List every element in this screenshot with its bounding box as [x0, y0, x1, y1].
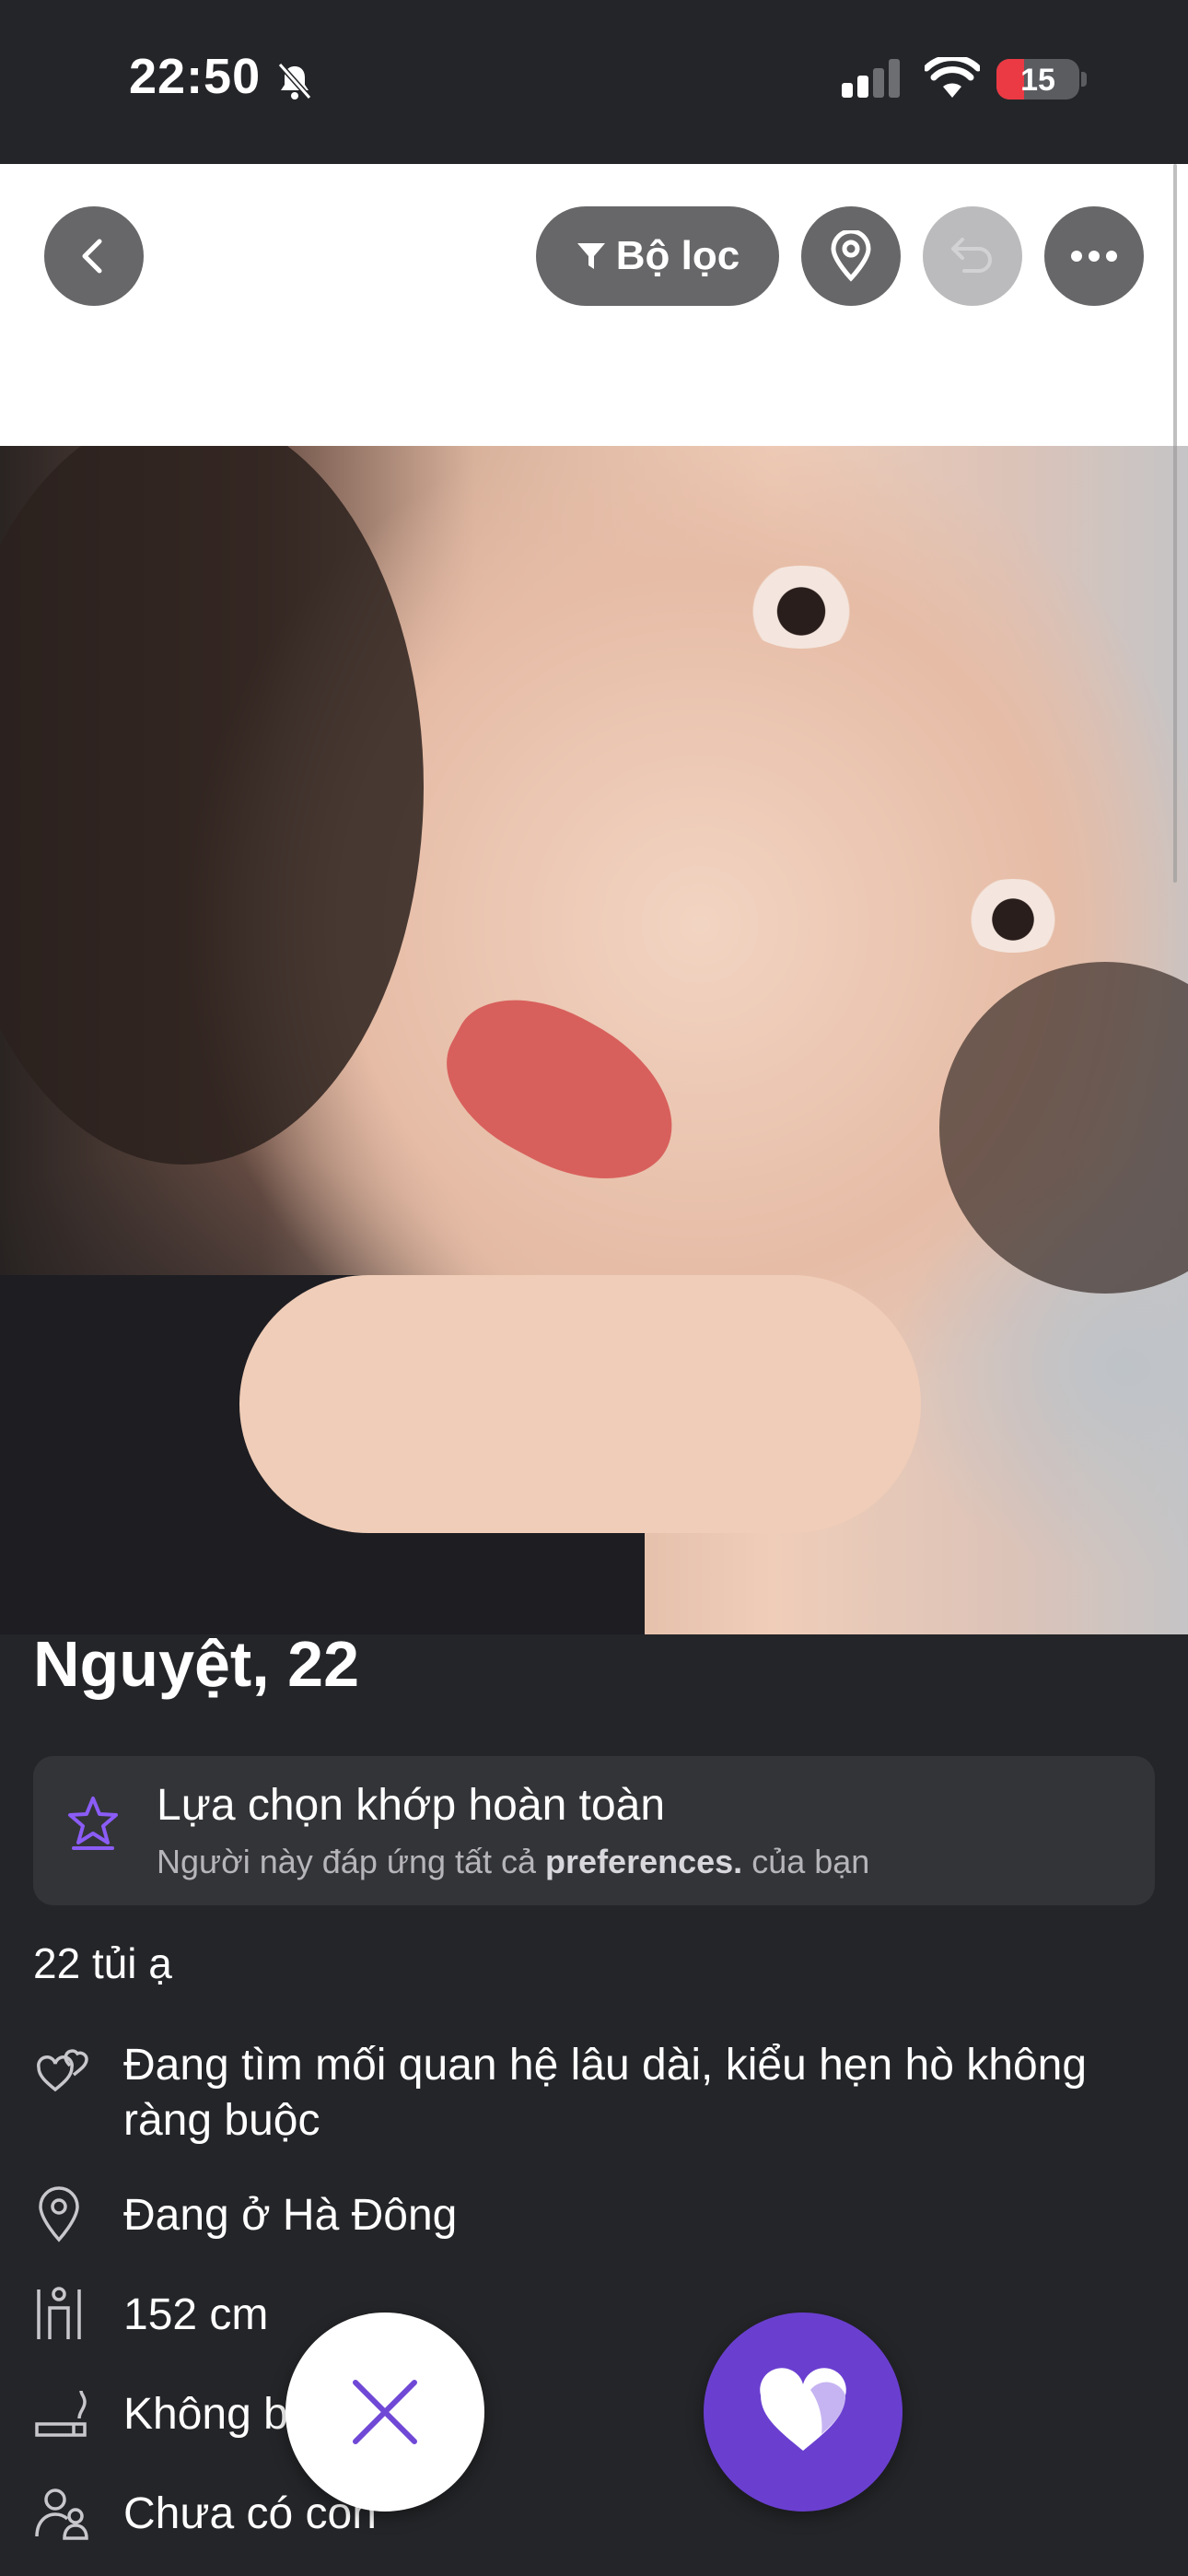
photo-hair-side	[939, 962, 1188, 1294]
match-subtitle-prefix: Người này đáp ứng tất cả	[157, 1843, 537, 1880]
map-pin-icon	[39, 2186, 79, 2242]
pass-button[interactable]	[285, 2313, 484, 2512]
funnel-icon	[577, 243, 605, 269]
photo-hair	[0, 446, 424, 1165]
wifi-icon	[925, 57, 980, 98]
detail-text: Không b	[123, 2390, 288, 2439]
status-time: 22:50	[129, 49, 262, 104]
like-button[interactable]	[704, 2313, 903, 2512]
hearts-icon	[37, 2049, 88, 2092]
ellipsis-icon	[1071, 251, 1117, 262]
undo-button[interactable]	[923, 206, 1022, 306]
scroll-indicator[interactable]	[1173, 164, 1177, 883]
children-icon	[35, 2488, 88, 2540]
detail-text: 152 cm	[123, 2290, 269, 2339]
cellular-signal-icon	[842, 59, 900, 98]
detail-text: Đang ở Hà Đông	[123, 2191, 458, 2240]
heart-icon	[760, 2368, 846, 2451]
undo-icon	[951, 238, 992, 273]
photo-eye	[958, 879, 1068, 953]
match-card-title: Lựa chọn khớp hoàn toàn	[157, 1781, 666, 1830]
smoking-icon	[35, 2390, 87, 2437]
profile-name-age: Nguyệt, 22	[33, 1628, 359, 1700]
filter-label: Bộ lọc	[615, 233, 740, 278]
match-card-subtitle: Người này đáp ứng tất cả preferences. củ…	[157, 1843, 869, 1881]
back-button[interactable]	[44, 206, 144, 306]
filter-button[interactable]: Bộ lọc	[536, 206, 779, 306]
perfect-match-card: Lựa chọn khớp hoàn toàn Người này đáp ứn…	[33, 1756, 1155, 1905]
chevron-left-icon	[82, 239, 102, 274]
profile-photo[interactable]	[0, 446, 1188, 1634]
battery-percent: 15	[1020, 63, 1055, 98]
height-icon	[37, 2287, 81, 2339]
more-options-button[interactable]	[1044, 206, 1144, 306]
x-icon	[353, 2380, 417, 2444]
detail-text: Chưa có con	[123, 2489, 377, 2538]
match-subtitle-suffix: của bạn	[751, 1843, 870, 1880]
location-button[interactable]	[801, 206, 901, 306]
photo-eye	[737, 566, 866, 649]
status-bar: 22:50 15	[0, 0, 1188, 164]
match-subtitle-bold: preferences.	[545, 1843, 743, 1880]
photo-area	[0, 164, 1188, 1634]
map-pin-icon	[831, 230, 871, 282]
profile-bio: 22 tủi ạ	[33, 1939, 172, 1987]
star-icon	[68, 1797, 118, 1850]
battery-cap	[1081, 72, 1087, 87]
photo-arm	[239, 1275, 921, 1533]
bell-slash-icon	[277, 63, 312, 100]
photo-lips	[421, 969, 703, 1212]
detail-text: Đang tìm mối quan hệ lâu dài, kiểu hẹn h…	[123, 2041, 1088, 2145]
battery-icon: 15	[996, 59, 1079, 100]
